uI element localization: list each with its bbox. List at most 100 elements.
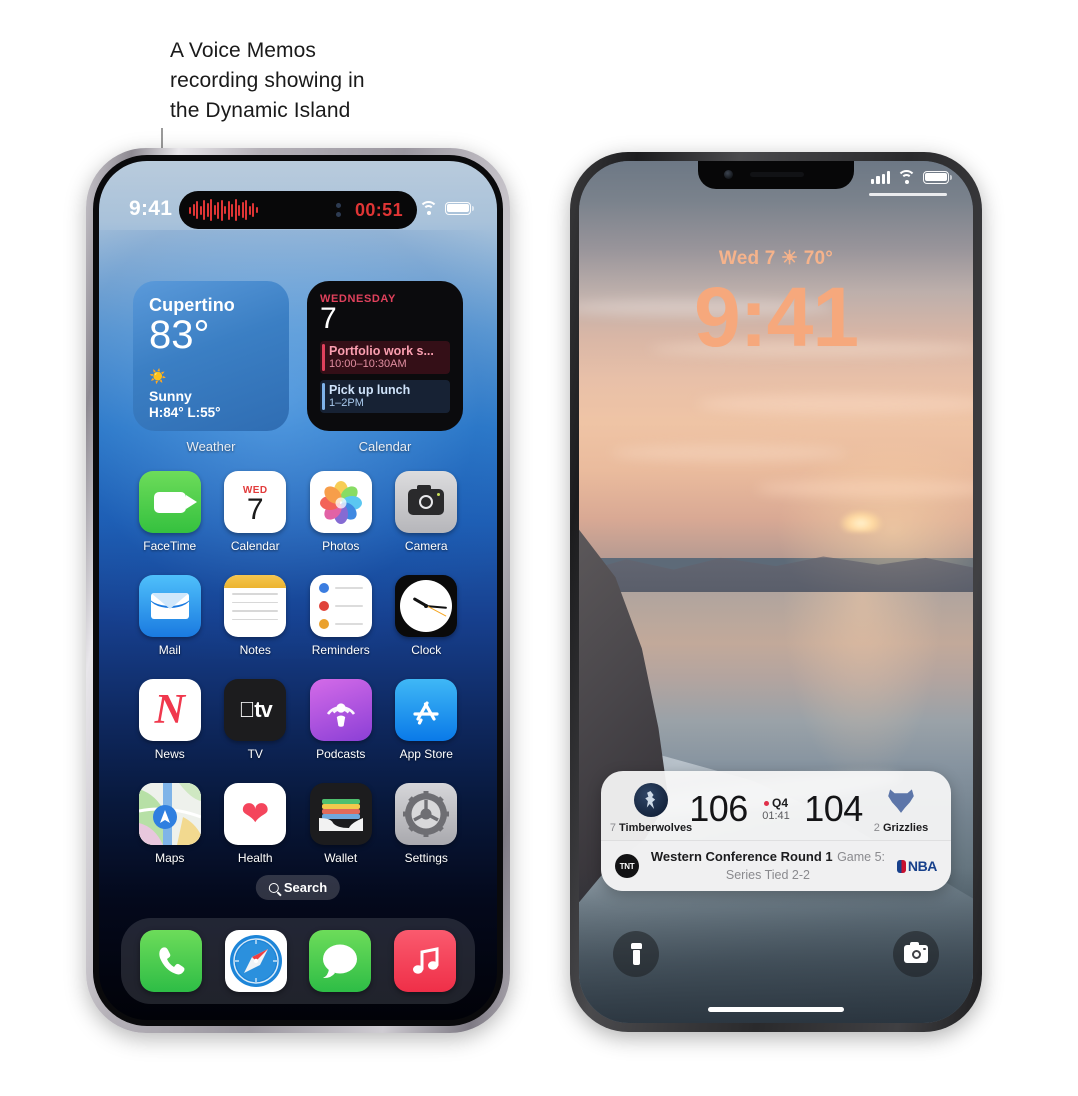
app-podcasts[interactable]: Podcasts (298, 679, 384, 761)
front-camera-icon (724, 170, 733, 179)
app-label: FaceTime (143, 539, 197, 553)
app-health[interactable]: ❤ Health (213, 783, 299, 865)
news-icon: N (138, 679, 201, 741)
app-calendar[interactable]: WED 7 Calendar (213, 471, 299, 553)
weather-high-low: H:84° L:55° (149, 405, 221, 420)
game-clock: 01:41 (762, 809, 790, 822)
app-label: News (154, 747, 185, 761)
app-label: Clock (411, 643, 442, 657)
app-mail[interactable]: Mail (127, 575, 213, 657)
app-maps[interactable]: Maps (127, 783, 213, 865)
music-icon[interactable] (393, 930, 456, 992)
settings-icon (395, 783, 458, 845)
app-label: Health (237, 851, 273, 865)
app-facetime[interactable]: FaceTime (127, 471, 213, 553)
app-label: Wallet (324, 851, 358, 865)
sun-icon: ☀️ (149, 368, 167, 384)
home-team-name: 2 Grizzlies (874, 822, 928, 834)
tnt-logo: TNT (615, 854, 639, 878)
recording-timer: 00:51 (354, 199, 403, 220)
camera-icon (395, 471, 458, 533)
weather-temperature: 83° (149, 313, 210, 357)
app-label: Settings (404, 851, 448, 865)
series-title: Western Conference Round 1 (650, 849, 833, 864)
lock-screen-clock[interactable]: Wed 7 ☀ 70° 9:41 (579, 247, 973, 362)
notch (698, 161, 854, 189)
away-team-score: 106 (689, 787, 748, 829)
flashlight-icon (630, 943, 642, 965)
app-wallet[interactable]: Wallet (298, 783, 384, 865)
device-bezel: 9:41 00:51 Cupertino 83° ☀️ Sunny H:84° … (93, 155, 503, 1026)
home-indicator[interactable] (708, 1007, 844, 1012)
search-icon (268, 882, 279, 893)
annotation-callout: A Voice Memos recording showing in the D… (170, 36, 470, 126)
app-app-store[interactable]: App Store (384, 679, 470, 761)
wifi-icon (897, 170, 916, 184)
live-activity-card[interactable]: 7 Timberwolves 106 Q4 01:41 104 2 Grizzl… (601, 771, 951, 891)
away-team-label: Timberwolves (619, 822, 693, 834)
widget-row: Cupertino 83° ☀️ Sunny H:84° L:55° Weath… (133, 281, 463, 454)
app-news[interactable]: N News (127, 679, 213, 761)
calendar-widget[interactable]: WEDNESDAY 7 Portfolio work s... 10:00–10… (307, 281, 463, 431)
dynamic-island[interactable]: 00:51 (179, 191, 417, 229)
grizzlies-logo (884, 783, 918, 817)
wallet-icon (309, 783, 372, 845)
dynamic-island-right: 00:51 (335, 199, 403, 221)
app-label: Reminders (311, 643, 370, 657)
lock-screen-date: Wed 7 ☀ 70° (579, 247, 973, 270)
calendar-event[interactable]: Pick up lunch 1–2PM (320, 380, 450, 413)
app-reminders[interactable]: Reminders (298, 575, 384, 657)
calendar-date: 7 (320, 302, 337, 335)
calendar-widget-wrapper: WEDNESDAY 7 Portfolio work s... 10:00–10… (307, 281, 463, 454)
annotation-line-1: A Voice Memos (170, 39, 317, 62)
battery-full-icon (445, 201, 474, 215)
live-activity-score-row: 7 Timberwolves 106 Q4 01:41 104 2 Grizzl… (601, 771, 951, 840)
app-settings[interactable]: Settings (384, 783, 470, 865)
weather-widget[interactable]: Cupertino 83° ☀️ Sunny H:84° L:55° (133, 281, 289, 431)
iphone-13-device: Wed 7 ☀ 70° 9:41 7 Timberwolves 106 Q4 0… (570, 152, 982, 1032)
camera-button[interactable] (893, 931, 939, 977)
app-label: App Store (399, 747, 453, 761)
podcasts-icon (309, 679, 372, 741)
app-notes[interactable]: Notes (213, 575, 299, 657)
calendar-event[interactable]: Portfolio work s... 10:00–10:30AM (320, 341, 450, 374)
event-title: Portfolio work s... (329, 344, 434, 358)
search-button[interactable]: Search (255, 875, 341, 900)
away-team: 7 Timberwolves (610, 783, 692, 834)
mail-icon (138, 575, 201, 637)
app-store-icon (395, 679, 458, 741)
safari-icon[interactable] (224, 930, 287, 992)
period-label: Q4 (771, 795, 788, 810)
home-screen: 9:41 00:51 Cupertino 83° ☀️ Sunny H:84° … (99, 161, 497, 1020)
notes-icon (224, 575, 287, 637)
event-title: Pick up lunch (329, 383, 411, 397)
annotation-line-2: recording showing in (170, 69, 365, 92)
away-team-name: 7 Timberwolves (610, 822, 692, 834)
audio-waveform-icon (189, 199, 258, 221)
event-time: 1–2PM (329, 397, 364, 409)
messages-icon[interactable] (309, 930, 372, 992)
app-photos[interactable]: Photos (298, 471, 384, 553)
iphone-14-pro-device: 9:41 00:51 Cupertino 83° ☀️ Sunny H:84° … (86, 148, 601, 1033)
camera-icon (904, 941, 928, 963)
cellular-bars-icon (871, 170, 890, 184)
nba-mark-icon (896, 859, 906, 873)
facetime-icon (138, 471, 201, 533)
lock-temperature: 70° (803, 248, 834, 269)
app-label: Camera (404, 539, 448, 553)
sun-icon: ☀ (781, 248, 799, 269)
app-clock[interactable]: Clock (384, 575, 470, 657)
lock-date-text: Wed 7 (718, 248, 776, 269)
app-label: TV (247, 747, 263, 761)
tv-icon: tv (224, 679, 287, 741)
app-camera[interactable]: Camera (384, 471, 470, 553)
maps-icon (138, 783, 201, 845)
app-label: Notes (239, 643, 271, 657)
app-tv[interactable]: tv TV (213, 679, 299, 761)
flashlight-button[interactable] (613, 931, 659, 977)
phone-icon[interactable] (140, 930, 203, 992)
calendar-icon: WED 7 (224, 471, 287, 533)
away-team-seed: 7 (609, 822, 616, 834)
app-label: Photos (322, 539, 360, 553)
status-bar-underline (869, 193, 947, 196)
